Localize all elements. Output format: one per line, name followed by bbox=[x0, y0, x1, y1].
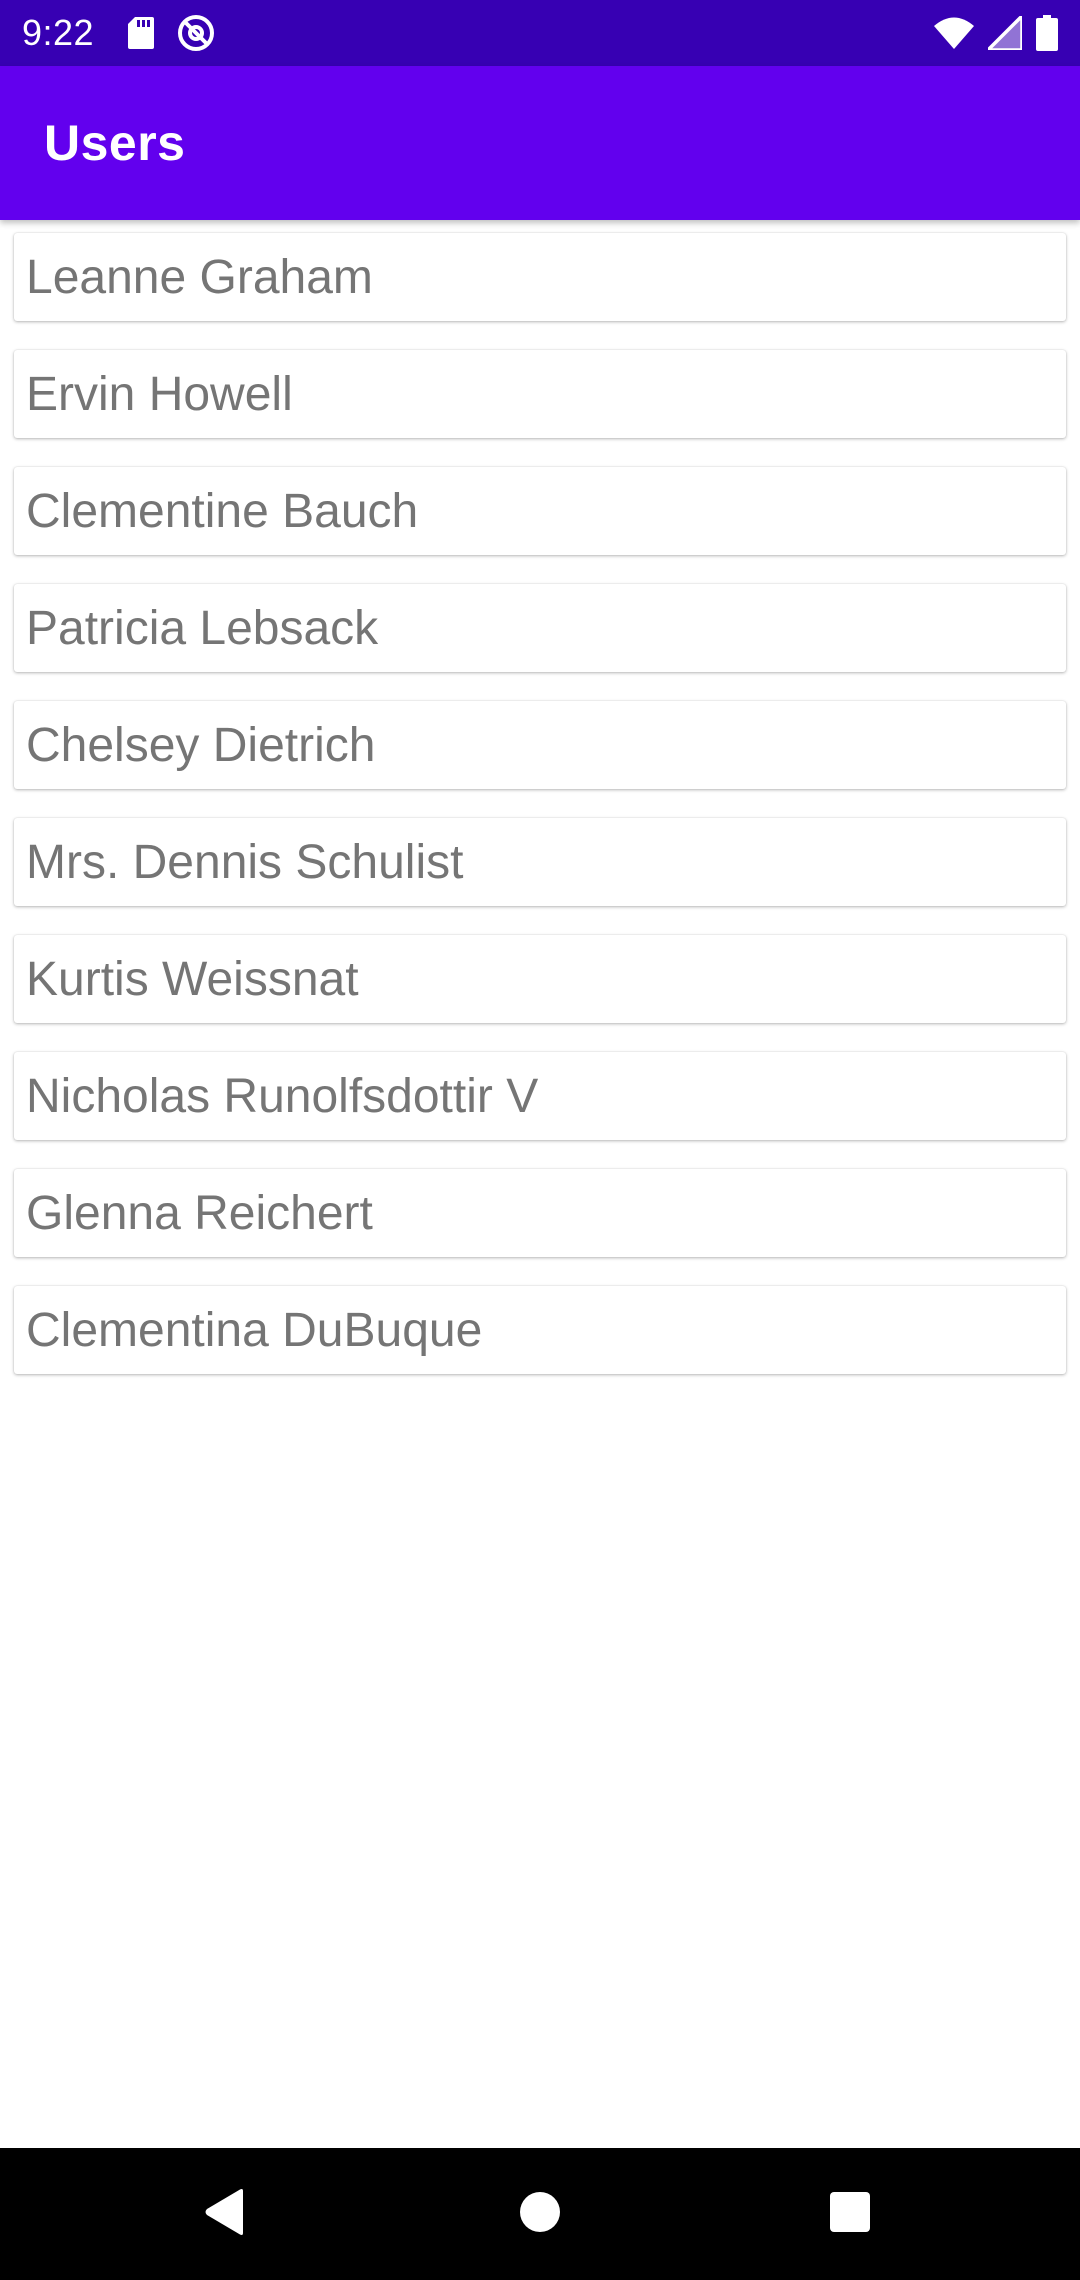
battery-icon bbox=[1036, 15, 1058, 51]
user-name: Nicholas Runolfsdottir V bbox=[26, 1069, 539, 1123]
list-item[interactable]: Chelsey Dietrich bbox=[14, 701, 1066, 789]
user-name: Patricia Lebsack bbox=[26, 601, 379, 655]
list-item[interactable]: Glenna Reichert bbox=[14, 1169, 1066, 1257]
list-item[interactable]: Clementina DuBuque bbox=[14, 1286, 1066, 1374]
user-name: Chelsey Dietrich bbox=[26, 718, 376, 772]
screen: 9:22 Users Leanne Graham Ervin Howell Cl… bbox=[0, 0, 1080, 2280]
list-item[interactable]: Nicholas Runolfsdottir V bbox=[14, 1052, 1066, 1140]
status-time: 9:22 bbox=[22, 12, 95, 53]
list-item[interactable]: Clementine Bauch bbox=[14, 467, 1066, 555]
status-system-icons bbox=[934, 15, 1058, 51]
user-list: Leanne Graham Ervin Howell Clementine Ba… bbox=[14, 233, 1066, 1403]
home-icon bbox=[519, 2191, 561, 2238]
recents-button[interactable] bbox=[780, 2148, 920, 2280]
navigation-bar bbox=[0, 2148, 1080, 2280]
home-button[interactable] bbox=[470, 2148, 610, 2280]
signal-icon bbox=[988, 16, 1022, 50]
list-item[interactable]: Kurtis Weissnat bbox=[14, 935, 1066, 1023]
user-name: Mrs. Dennis Schulist bbox=[26, 835, 464, 889]
list-item[interactable]: Mrs. Dennis Schulist bbox=[14, 818, 1066, 906]
wifi-icon bbox=[934, 17, 974, 49]
user-name: Clementina DuBuque bbox=[26, 1303, 483, 1357]
sd-card-icon bbox=[128, 17, 155, 49]
status-notification-icons bbox=[128, 13, 216, 53]
status-bar: 9:22 bbox=[0, 0, 1080, 66]
page-title: Users bbox=[44, 115, 186, 171]
recents-icon bbox=[829, 2191, 871, 2238]
back-icon bbox=[203, 2188, 247, 2241]
do-not-disturb-icon bbox=[176, 13, 216, 53]
user-name: Kurtis Weissnat bbox=[26, 952, 359, 1006]
app-bar: Users bbox=[0, 66, 1080, 220]
list-item[interactable]: Patricia Lebsack bbox=[14, 584, 1066, 672]
user-name: Ervin Howell bbox=[26, 367, 293, 421]
user-name: Clementine Bauch bbox=[26, 484, 419, 538]
list-item[interactable]: Leanne Graham bbox=[14, 233, 1066, 321]
user-name: Glenna Reichert bbox=[26, 1186, 373, 1240]
back-button[interactable] bbox=[155, 2148, 295, 2280]
list-item[interactable]: Ervin Howell bbox=[14, 350, 1066, 438]
user-name: Leanne Graham bbox=[26, 250, 373, 304]
